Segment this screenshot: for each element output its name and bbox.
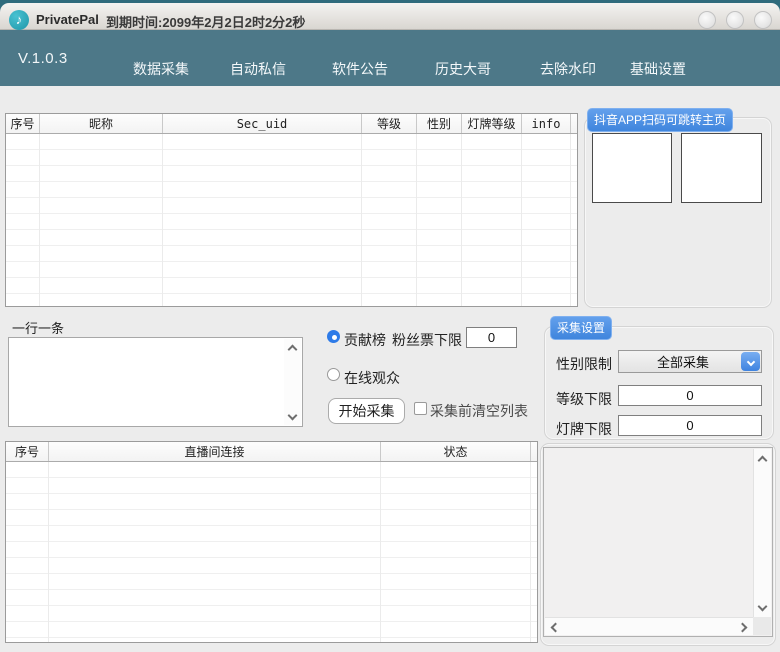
fans-col-secuid[interactable]: Sec_uid	[163, 114, 362, 133]
scroll-down-icon[interactable]	[754, 598, 771, 614]
douyin-music-note-icon: ♪	[9, 10, 29, 30]
scroll-left-icon[interactable]	[547, 619, 564, 635]
rooms-col-status[interactable]: 状态	[381, 442, 531, 461]
minimize-button[interactable]	[698, 11, 716, 29]
lamp-min-input[interactable]	[618, 415, 762, 436]
maximize-button[interactable]	[726, 11, 744, 29]
room-links-textarea[interactable]	[8, 337, 303, 427]
nav-tab-watermark[interactable]: 去除水印	[540, 59, 596, 79]
scroll-down-icon[interactable]	[284, 407, 301, 423]
log-horizontal-scrollbar[interactable]	[545, 617, 753, 635]
rooms-col-stub	[531, 442, 537, 461]
rooms-col-index[interactable]: 序号	[6, 442, 49, 461]
scroll-right-icon[interactable]	[734, 619, 751, 635]
close-button[interactable]	[754, 11, 772, 29]
radio-contribution-label[interactable]: 贡献榜	[344, 330, 386, 350]
fans-table-body	[6, 134, 577, 306]
version-label: V.1.0.3	[18, 50, 68, 67]
qr-panel-title-tag: 抖音APP扫码可跳转主页	[587, 108, 733, 132]
lines-label: 一行一条	[12, 318, 64, 337]
gender-limit-select[interactable]: 全部采集	[618, 350, 762, 373]
expiry-time-text: 到期时间:2099年2月2日2时2分2秒	[106, 12, 305, 31]
rooms-table-body	[6, 462, 537, 642]
fans-col-level[interactable]: 等级	[362, 114, 417, 133]
title-bar: ♪ PrivatePal 到期时间:2099年2月2日2时2分2秒	[0, 3, 780, 30]
log-vertical-scrollbar[interactable]	[753, 449, 771, 617]
main-area: 序号 昵称 Sec_uid 等级 性别 灯牌等级 info 抖音APP扫码可跳转…	[0, 86, 780, 652]
fans-table-header: 序号 昵称 Sec_uid 等级 性别 灯牌等级 info	[6, 114, 577, 134]
fan-ticket-label: 粉丝票下限	[392, 330, 462, 350]
radio-online-viewers[interactable]	[327, 368, 340, 381]
fan-ticket-input[interactable]	[466, 327, 517, 348]
scroll-up-icon[interactable]	[284, 341, 301, 357]
start-collect-button[interactable]: 开始采集	[328, 398, 405, 424]
app-title: PrivatePal	[36, 12, 99, 27]
nav-tab-announcement[interactable]: 软件公告	[332, 59, 388, 79]
qr-code-box-left	[592, 133, 672, 203]
radio-contribution-list[interactable]	[327, 330, 340, 343]
gender-limit-label: 性别限制	[556, 354, 612, 374]
fans-col-stub	[571, 114, 577, 133]
level-min-input[interactable]	[618, 385, 762, 406]
clear-before-collect-checkbox[interactable]	[414, 402, 427, 415]
fans-table: 序号 昵称 Sec_uid 等级 性别 灯牌等级 info	[5, 113, 578, 307]
clear-before-collect-label[interactable]: 采集前清空列表	[430, 401, 528, 421]
level-min-label: 等级下限	[556, 389, 612, 409]
scrollbar-corner	[753, 617, 771, 635]
textarea-scrollbar[interactable]	[284, 339, 301, 425]
rooms-table: 序号 直播间连接 状态	[5, 441, 538, 643]
collect-settings-title-tag: 采集设置	[550, 316, 612, 340]
nav-tab-data-collect[interactable]: 数据采集	[133, 59, 189, 79]
nav-tab-history[interactable]: 历史大哥	[435, 59, 491, 79]
rooms-table-header: 序号 直播间连接 状态	[6, 442, 537, 462]
chevron-down-icon[interactable]	[741, 352, 760, 371]
nav-tab-basic-settings[interactable]: 基础设置	[630, 59, 686, 79]
gender-limit-value: 全部采集	[657, 352, 709, 371]
fans-col-index[interactable]: 序号	[6, 114, 40, 133]
fans-col-info[interactable]: info	[522, 114, 571, 133]
nav-tab-auto-message[interactable]: 自动私信	[230, 59, 286, 79]
log-listbox[interactable]	[543, 447, 773, 637]
rooms-col-link[interactable]: 直播间连接	[49, 442, 381, 461]
lamp-min-label: 灯牌下限	[556, 419, 612, 439]
fans-col-nick[interactable]: 昵称	[40, 114, 163, 133]
fans-col-lamp[interactable]: 灯牌等级	[462, 114, 522, 133]
qr-code-box-right	[681, 133, 762, 203]
radio-online-label[interactable]: 在线观众	[344, 368, 400, 388]
fans-col-gender[interactable]: 性别	[417, 114, 462, 133]
nav-bar: V.1.0.3 数据采集 自动私信 软件公告 历史大哥 去除水印 基础设置	[0, 30, 780, 86]
scroll-up-icon[interactable]	[754, 452, 771, 468]
